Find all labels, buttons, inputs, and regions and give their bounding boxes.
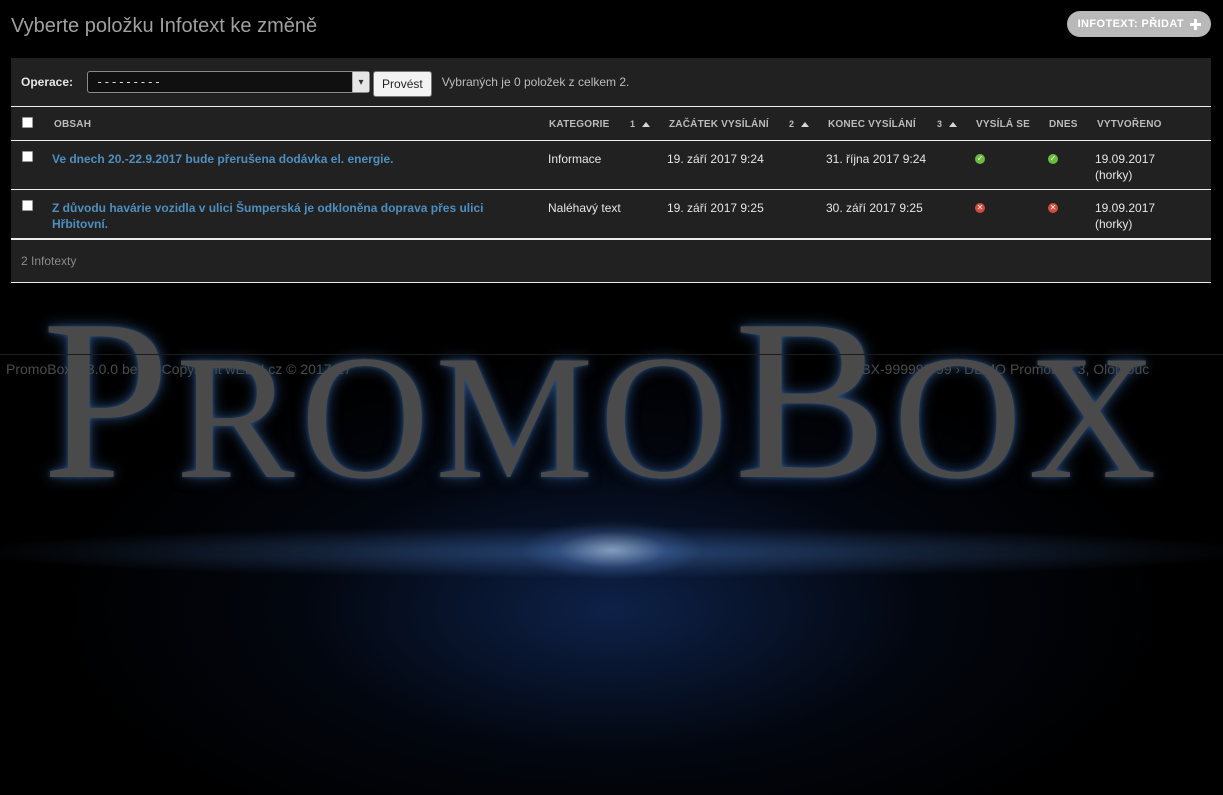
sort-priority-end: 3: [937, 119, 943, 129]
created-by: (horky): [1095, 217, 1133, 231]
created-cell: 19.09.2017 (horky): [1095, 151, 1155, 183]
add-infotext-button[interactable]: INFOTEXT: PŘIDAT: [1066, 11, 1211, 37]
sort-ascending-icon[interactable]: [949, 122, 957, 127]
category-cell: Naléhavý text: [548, 201, 621, 215]
changelist-panel: Operace: --------- ▾ Provést Vybraných j…: [11, 58, 1211, 283]
action-label: Operace:: [21, 75, 74, 89]
add-button-label: INFOTEXT: PŘIDAT: [1077, 18, 1184, 30]
cross-icon: ✕: [1048, 203, 1058, 213]
table-row: Ve dnech 20.-22.9.2017 bude přerušena do…: [11, 141, 1211, 190]
table-header: OBSAH KATEGORIE 1 ZAČÁTEK VYSÍLÁNÍ 2 KON…: [11, 107, 1211, 141]
sort-ascending-icon[interactable]: [801, 122, 809, 127]
select-all-checkbox[interactable]: [22, 117, 33, 128]
column-header-end[interactable]: KONEC VYSÍLÁNÍ: [828, 119, 916, 130]
created-cell: 19.09.2017 (horky): [1095, 200, 1155, 232]
created-by: (horky): [1095, 168, 1133, 182]
actions-bar: Operace: --------- ▾ Provést Vybraných j…: [11, 58, 1211, 107]
footer-device-info: PBX-999999-99 › DEMO Promobox 3, Olomouc: [852, 361, 1150, 377]
column-header-category[interactable]: KATEGORIE: [549, 119, 610, 130]
column-header-broadcasting[interactable]: VYSÍLÁ SE: [976, 119, 1030, 130]
promobox-background-logo: PROMOBOX: [42, 272, 1163, 527]
column-header-content[interactable]: OBSAH: [54, 119, 91, 130]
column-header-created[interactable]: VYTVOŘENO: [1097, 119, 1162, 130]
column-header-start[interactable]: ZAČÁTEK VYSÍLÁNÍ: [669, 119, 769, 130]
sort-ascending-icon[interactable]: [642, 122, 650, 127]
start-cell: 19. září 2017 9:24: [667, 152, 764, 166]
sort-priority-category: 1: [630, 119, 636, 129]
selection-counter: Vybraných je 0 položek z celkem 2.: [441, 75, 630, 89]
run-action-button[interactable]: Provést: [373, 71, 432, 97]
row-checkbox[interactable]: [22, 151, 33, 162]
footer-copyright: PromoBox v-3.0.0 beta - Copyright wEBH.c…: [6, 361, 352, 377]
sort-priority-start: 2: [789, 119, 795, 129]
check-icon: ✓: [1048, 154, 1058, 164]
cross-icon: ✕: [975, 203, 985, 213]
action-select[interactable]: --------- ▾: [87, 71, 371, 93]
end-cell: 30. září 2017 9:25: [826, 201, 923, 215]
created-date: 19.09.2017: [1095, 201, 1156, 215]
start-cell: 19. září 2017 9:25: [667, 201, 764, 215]
footer: PromoBox v-3.0.0 beta - Copyright wEBH.c…: [0, 354, 1223, 383]
check-icon: ✓: [975, 154, 985, 164]
end-cell: 31. října 2017 9:24: [826, 152, 927, 166]
row-checkbox[interactable]: [22, 200, 33, 211]
plus-icon: [1190, 18, 1201, 30]
category-cell: Informace: [548, 152, 602, 166]
infotext-link[interactable]: Z důvodu havárie vozidla v ulici Šumpers…: [52, 200, 502, 232]
page-title: Vyberte položku Infotext ke změně: [11, 15, 318, 37]
action-select-value: ---------: [96, 75, 162, 89]
table-row: Z důvodu havárie vozidla v ulici Šumpers…: [11, 190, 1211, 240]
paginator: 2 Infotexty: [11, 240, 1211, 283]
created-date: 19.09.2017: [1095, 152, 1156, 166]
column-header-today[interactable]: DNES: [1049, 119, 1078, 130]
infotext-link[interactable]: Ve dnech 20.-22.9.2017 bude přerušena do…: [52, 151, 522, 167]
chevron-down-icon[interactable]: ▾: [352, 72, 370, 92]
